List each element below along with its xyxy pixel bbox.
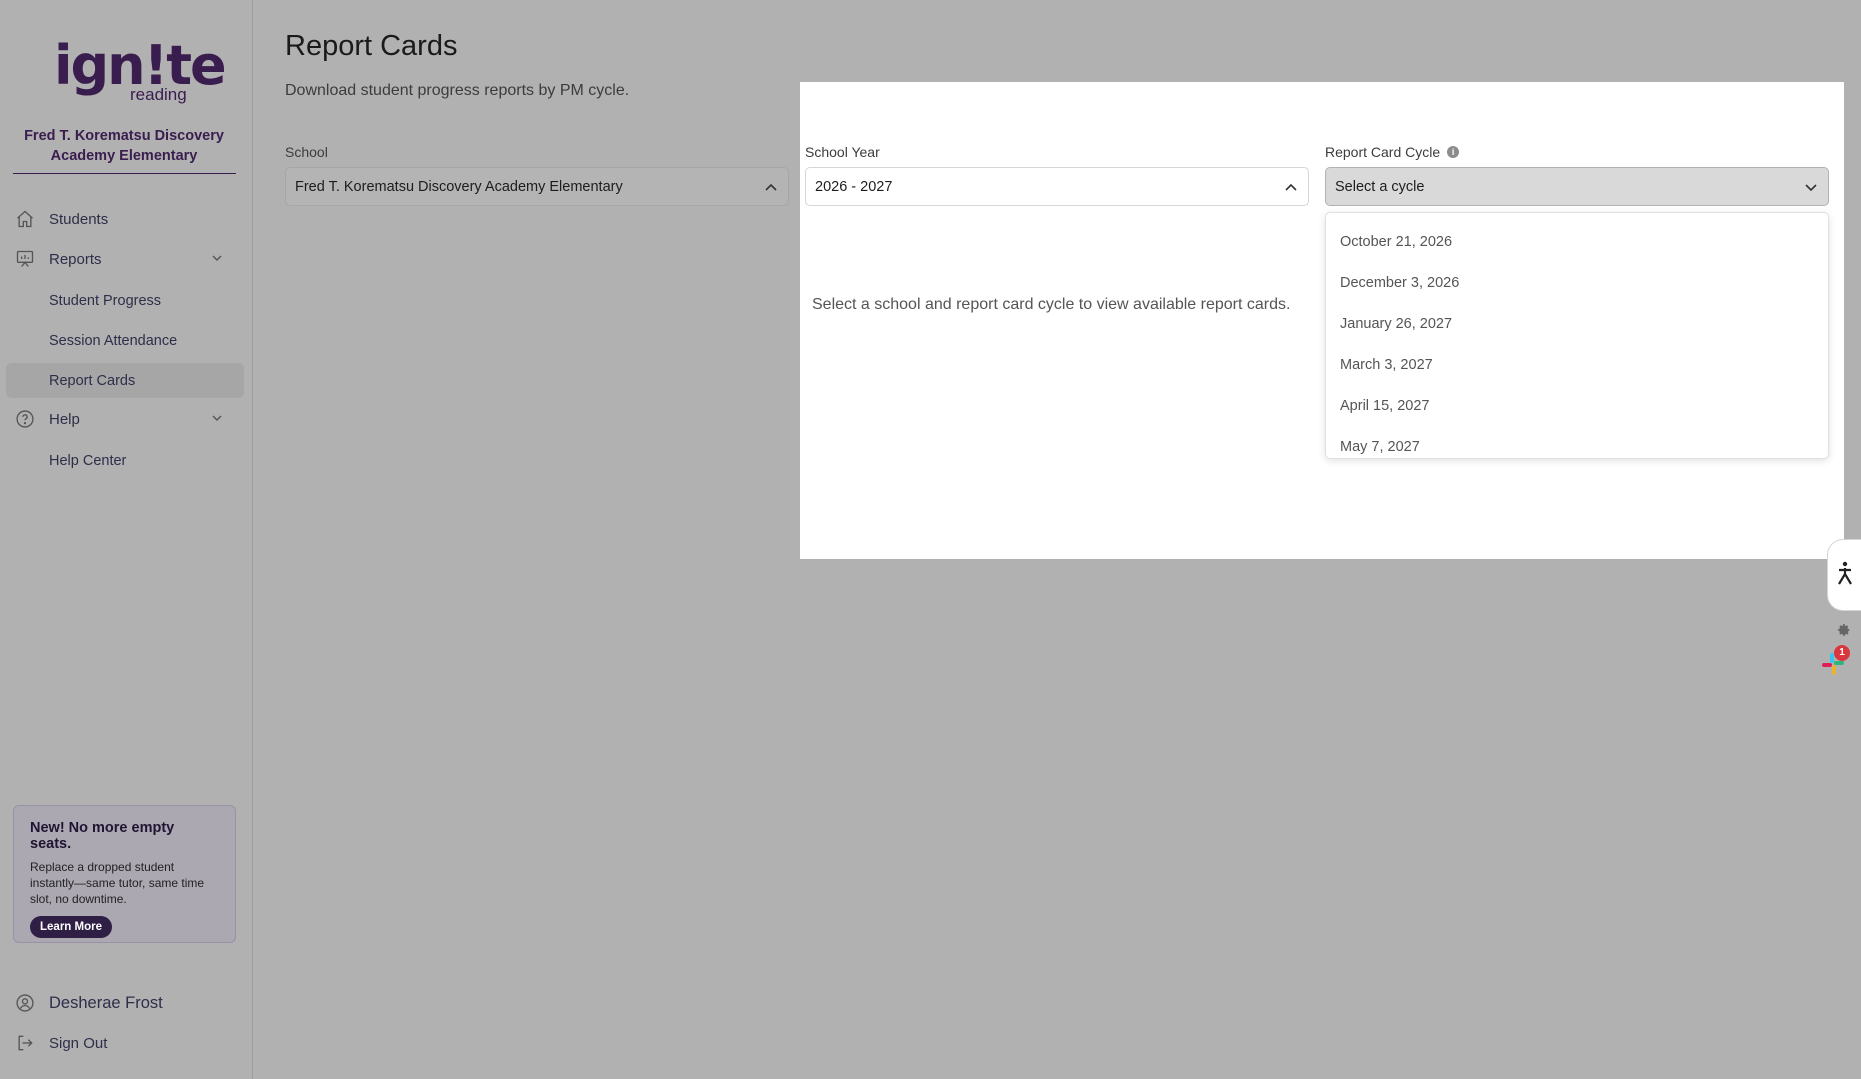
logo-sub: reading (130, 85, 187, 104)
cycle-option[interactable]: April 15, 2027 (1326, 385, 1828, 426)
school-year-select[interactable]: 2026 - 2027 (805, 167, 1309, 206)
school-label: School (285, 144, 328, 160)
divider (13, 173, 236, 174)
sign-out-button[interactable]: Sign Out (14, 1030, 107, 1056)
chevron-down-icon[interactable] (211, 252, 223, 267)
report-card-cycle-value: Select a cycle (1335, 178, 1425, 195)
gear-icon[interactable] (1837, 623, 1851, 637)
sidebar-item-help-center[interactable]: Help Center (49, 453, 126, 469)
promo-title: New! No more empty seats. (30, 820, 175, 852)
cycle-option[interactable]: May 7, 2027 (1326, 426, 1828, 467)
accessibility-icon (1836, 560, 1854, 591)
school-year-label: School Year (805, 144, 880, 160)
page-subtitle: Download student progress reports by PM … (285, 82, 630, 99)
school-year-value: 2026 - 2027 (815, 178, 893, 195)
sidebar-item-session-attendance[interactable]: Session Attendance (49, 333, 177, 349)
chevron-up-icon (1283, 179, 1299, 195)
presentation-chart-icon (14, 248, 36, 270)
user-profile[interactable]: Desherae Frost (14, 990, 163, 1016)
notification-badge: 1 (1834, 645, 1850, 661)
school-select[interactable]: Fred T. Korematsu Discovery Academy Elem… (285, 167, 789, 206)
cycle-option[interactable]: January 26, 2027 (1326, 303, 1828, 344)
sign-out-label: Sign Out (49, 1034, 108, 1052)
school-name: Fred T. Korematsu Discovery Academy Elem… (24, 128, 224, 164)
info-icon[interactable]: i (1447, 146, 1460, 158)
ignite-logo[interactable]: ign!te reading (54, 38, 227, 105)
cycle-option[interactable]: October 21, 2026 (1326, 221, 1828, 262)
sidebar-item-student-progress[interactable]: Student Progress (49, 293, 161, 309)
user-circle-icon (14, 992, 36, 1014)
promo-card: New! No more empty seats. Replace a drop… (13, 805, 236, 943)
sidebar-item-students[interactable]: Students (14, 205, 108, 233)
report-card-cycle-label-text: Report Card Cycle (1325, 144, 1441, 160)
sidebar-item-label: Reports (49, 250, 102, 268)
user-name: Desherae Frost (49, 993, 163, 1012)
empty-state-message: Select a school and report card cycle to… (812, 296, 1291, 313)
sidebar-item-help[interactable]: Help (14, 405, 239, 433)
sidebar: ign!te reading Fred T. Korematsu Discove… (0, 0, 253, 1079)
sidebar-item-reports[interactable]: Reports (14, 245, 239, 273)
sidebar-item-label: Help (49, 410, 80, 428)
promo-text: Replace a dropped student instantly—same… (30, 860, 205, 906)
cycle-option[interactable]: March 3, 2027 (1326, 344, 1828, 385)
question-circle-icon (14, 408, 36, 430)
chevron-up-icon (763, 179, 779, 195)
cycle-dropdown-menu: October 21, 2026 December 3, 2026 Januar… (1325, 212, 1829, 459)
chevron-down-icon[interactable] (211, 412, 223, 427)
chevron-down-icon (1803, 179, 1819, 195)
sidebar-item-report-cards[interactable]: Report Cards (49, 373, 135, 389)
school-select-value: Fred T. Korematsu Discovery Academy Elem… (295, 178, 623, 195)
learn-more-button[interactable]: Learn More (30, 916, 112, 938)
cycle-option[interactable]: December 3, 2026 (1326, 262, 1828, 303)
report-card-cycle-label: Report Card Cycle i (1325, 144, 1460, 160)
page-title: Report Cards (285, 30, 458, 62)
accessibility-tab[interactable] (1827, 539, 1861, 611)
sign-out-icon (14, 1032, 36, 1054)
home-icon (14, 208, 36, 230)
report-card-cycle-select[interactable]: Select a cycle (1325, 167, 1829, 206)
sidebar-item-label: Students (49, 210, 109, 228)
